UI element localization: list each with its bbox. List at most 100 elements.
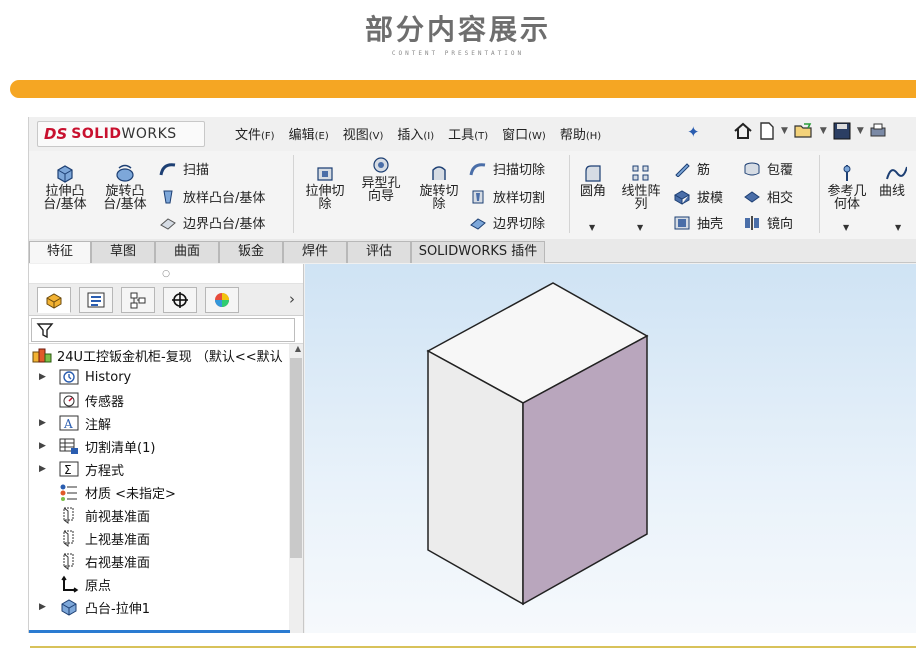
- menu-file[interactable]: 文件(F): [235, 124, 275, 143]
- tab-solidworks-addins[interactable]: SOLIDWORKS 插件: [411, 241, 545, 263]
- dimxpert-manager-tab[interactable]: [163, 287, 197, 313]
- boundary-boss-button[interactable]: 边界凸台/基体: [159, 213, 265, 232]
- filter-input[interactable]: [31, 318, 295, 342]
- display-manager-tab[interactable]: [205, 287, 239, 313]
- menu-bar: 文件(F) 编辑(E) 视图(V) 插入(I) 工具(T) 窗口(W) 帮助(H…: [235, 124, 615, 143]
- expand-arrow-icon[interactable]: ▶: [39, 602, 46, 612]
- expand-arrow-icon[interactable]: ▶: [39, 441, 46, 451]
- model-view: [426, 282, 649, 606]
- sweep-button[interactable]: 扫描: [159, 159, 209, 178]
- menu-view[interactable]: 视图(V): [343, 124, 384, 143]
- chevron-down-icon[interactable]: ▼: [895, 223, 901, 232]
- extrude-cut-button[interactable]: 拉伸切除: [299, 163, 351, 211]
- solidworks-logo[interactable]: DS SOLIDWORKS: [37, 121, 205, 147]
- tree-item-equations[interactable]: ▶ Σ 方程式: [39, 458, 124, 480]
- expand-arrow-icon[interactable]: ▶: [39, 372, 46, 382]
- home-icon[interactable]: [733, 122, 753, 144]
- plane-icon: [63, 553, 74, 570]
- boundary-boss-icon: [160, 217, 176, 230]
- boundary-cut-button[interactable]: 边界切除: [469, 213, 545, 232]
- tree-item-boss-extrude[interactable]: ▶ 凸台-拉伸1: [39, 596, 150, 618]
- tree-item-origin[interactable]: 原点: [59, 573, 111, 595]
- equation-icon: Σ: [59, 461, 79, 477]
- tree-root-part[interactable]: 24U工控钣金机柜-复现 （默认<<默认: [31, 344, 283, 366]
- reference-geometry-button[interactable]: 参考几 何体: [823, 163, 871, 211]
- tree-item-history[interactable]: ▶ History: [39, 366, 131, 388]
- divider: [30, 646, 916, 648]
- swept-cut-button[interactable]: 扫描切除: [469, 159, 545, 178]
- hole-wizard-button[interactable]: 异型孔 向导: [355, 155, 407, 203]
- chevron-down-icon[interactable]: ▼: [857, 126, 864, 144]
- menu-window[interactable]: 窗口(W): [502, 124, 546, 143]
- feature-manager-tab[interactable]: [37, 287, 71, 313]
- plane-icon: [63, 507, 74, 524]
- tree-scrollbar[interactable]: ▲: [289, 344, 303, 633]
- property-manager-tab[interactable]: [79, 287, 113, 313]
- scroll-up-icon[interactable]: ▲: [295, 344, 301, 353]
- loft-button[interactable]: 放样凸台/基体: [159, 187, 265, 206]
- tree-item-front-plane[interactable]: 前视基准面: [59, 504, 150, 526]
- svg-text:A: A: [63, 417, 73, 431]
- pin-icon[interactable]: ✦: [687, 123, 700, 141]
- open-folder-icon[interactable]: [794, 122, 814, 144]
- chevron-down-icon[interactable]: ▼: [843, 223, 849, 232]
- origin-icon: [61, 575, 79, 593]
- rib-button[interactable]: 筋: [673, 159, 710, 178]
- revolve-cut-button[interactable]: 旋转切除: [413, 163, 465, 211]
- lofted-cut-button[interactable]: 放样切割: [469, 187, 545, 206]
- panel-handle[interactable]: ○: [29, 264, 303, 284]
- menu-tools[interactable]: 工具(T): [448, 124, 488, 143]
- extrude-boss-button[interactable]: 拉伸凸 台/基体: [39, 163, 91, 211]
- chevron-down-icon[interactable]: ▼: [781, 126, 788, 144]
- wrap-button[interactable]: 包覆: [743, 159, 793, 178]
- tab-sheet-metal[interactable]: 钣金: [219, 241, 283, 263]
- configuration-manager-tab[interactable]: [121, 287, 155, 313]
- tab-features[interactable]: 特征: [29, 241, 91, 263]
- menu-help[interactable]: 帮助(H): [560, 124, 601, 143]
- chevron-down-icon[interactable]: ▼: [589, 223, 595, 232]
- tab-sketch[interactable]: 草图: [91, 241, 155, 263]
- chevron-down-icon[interactable]: ▼: [820, 126, 827, 144]
- menu-insert[interactable]: 插入(I): [397, 124, 434, 143]
- tree-item-material[interactable]: 材质 <未指定>: [59, 481, 176, 503]
- expand-arrow-icon[interactable]: ▶: [39, 464, 46, 474]
- crosshair-icon: [172, 292, 188, 308]
- page-title: 部分内容展示: [364, 13, 551, 46]
- command-manager-ribbon: 拉伸凸 台/基体 旋转凸 台/基体 扫描 放样凸台/基体 边界凸台/基体 拉伸切除 …: [29, 151, 916, 239]
- boundary-cut-icon: [470, 217, 486, 230]
- wrap-icon: [744, 162, 760, 175]
- revolve-boss-button[interactable]: 旋转凸 台/基体: [99, 163, 151, 211]
- menu-edit[interactable]: 编辑(E): [289, 124, 329, 143]
- hole-wizard-icon: [373, 157, 389, 173]
- tab-surfaces[interactable]: 曲面: [155, 241, 219, 263]
- tree-item-cut-list[interactable]: ▶ 切割清单(1): [39, 435, 155, 457]
- mirror-button[interactable]: 镜向: [743, 213, 793, 232]
- configuration-manager-icon: [130, 292, 146, 309]
- shell-button[interactable]: 抽壳: [673, 213, 723, 232]
- tree-item-top-plane[interactable]: 上视基准面: [59, 527, 150, 549]
- annotation-icon: A: [59, 415, 79, 431]
- chevron-right-icon[interactable]: ›: [289, 290, 295, 308]
- expand-arrow-icon[interactable]: ▶: [39, 418, 46, 428]
- tree-item-annotations[interactable]: ▶ A 注解: [39, 412, 111, 434]
- curves-icon: [886, 166, 907, 180]
- tab-weldments[interactable]: 焊件: [283, 241, 347, 263]
- tree-item-sensors[interactable]: 传感器: [59, 389, 124, 411]
- scroll-thumb[interactable]: [290, 358, 302, 558]
- extrude-boss-icon: [57, 165, 73, 183]
- tab-evaluate[interactable]: 评估: [347, 241, 411, 263]
- fillet-button[interactable]: 圆角: [573, 163, 613, 198]
- graphics-area[interactable]: [305, 264, 916, 633]
- curves-button[interactable]: 曲线: [879, 163, 916, 198]
- intersect-button[interactable]: 相交: [743, 187, 793, 206]
- svg-text:Σ: Σ: [64, 463, 72, 477]
- history-icon: [59, 369, 79, 385]
- print-icon[interactable]: [870, 122, 886, 144]
- chevron-down-icon[interactable]: ▼: [637, 223, 643, 232]
- tree-item-right-plane[interactable]: 右视基准面: [59, 550, 150, 572]
- new-document-icon[interactable]: [759, 122, 775, 144]
- linear-pattern-button[interactable]: 线性阵列: [617, 163, 665, 211]
- draft-button[interactable]: 拔模: [673, 187, 723, 206]
- part-icon: [32, 348, 52, 363]
- save-icon[interactable]: [833, 122, 851, 144]
